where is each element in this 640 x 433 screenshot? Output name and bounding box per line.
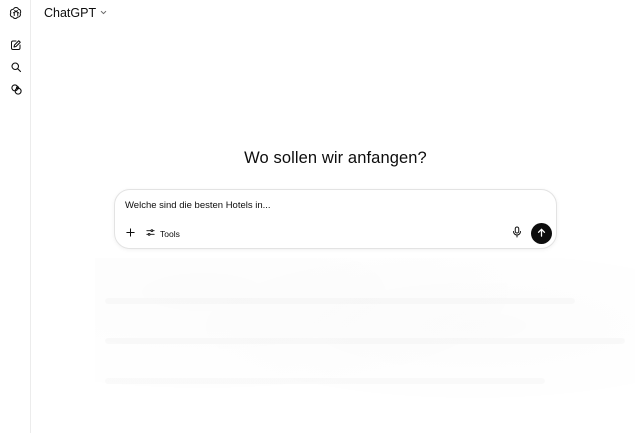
suggestions-placeholder xyxy=(95,258,635,428)
page-title: Wo sollen wir anfangen? xyxy=(244,149,427,167)
add-button[interactable] xyxy=(123,227,137,241)
arrow-up-icon xyxy=(536,225,547,243)
tools-label: Tools xyxy=(160,229,180,239)
plus-icon xyxy=(125,225,136,243)
chevron-down-icon xyxy=(99,4,108,22)
prompt-input[interactable]: Welche sind die besten Hotels in... xyxy=(125,200,271,211)
microphone-icon xyxy=(512,225,522,243)
prompt-composer: Welche sind die besten Hotels in... Tool… xyxy=(114,189,557,249)
chatgpt-app: ChatGPT Wo sollen wir anfangen? Welche s… xyxy=(0,0,640,433)
new-chat-icon[interactable] xyxy=(6,35,26,55)
sliders-icon xyxy=(145,225,156,243)
library-icon[interactable] xyxy=(6,79,26,99)
tools-button[interactable]: Tools xyxy=(145,227,180,241)
send-button[interactable] xyxy=(531,223,552,244)
model-name: ChatGPT xyxy=(44,6,97,20)
placeholder-line xyxy=(105,298,575,304)
openai-logo-icon[interactable] xyxy=(6,3,26,23)
placeholder-line xyxy=(105,378,545,384)
sidebar xyxy=(0,0,31,433)
search-icon[interactable] xyxy=(6,57,26,77)
model-selector[interactable]: ChatGPT xyxy=(44,5,108,21)
dictate-button[interactable] xyxy=(511,225,523,243)
placeholder-line xyxy=(105,338,625,344)
